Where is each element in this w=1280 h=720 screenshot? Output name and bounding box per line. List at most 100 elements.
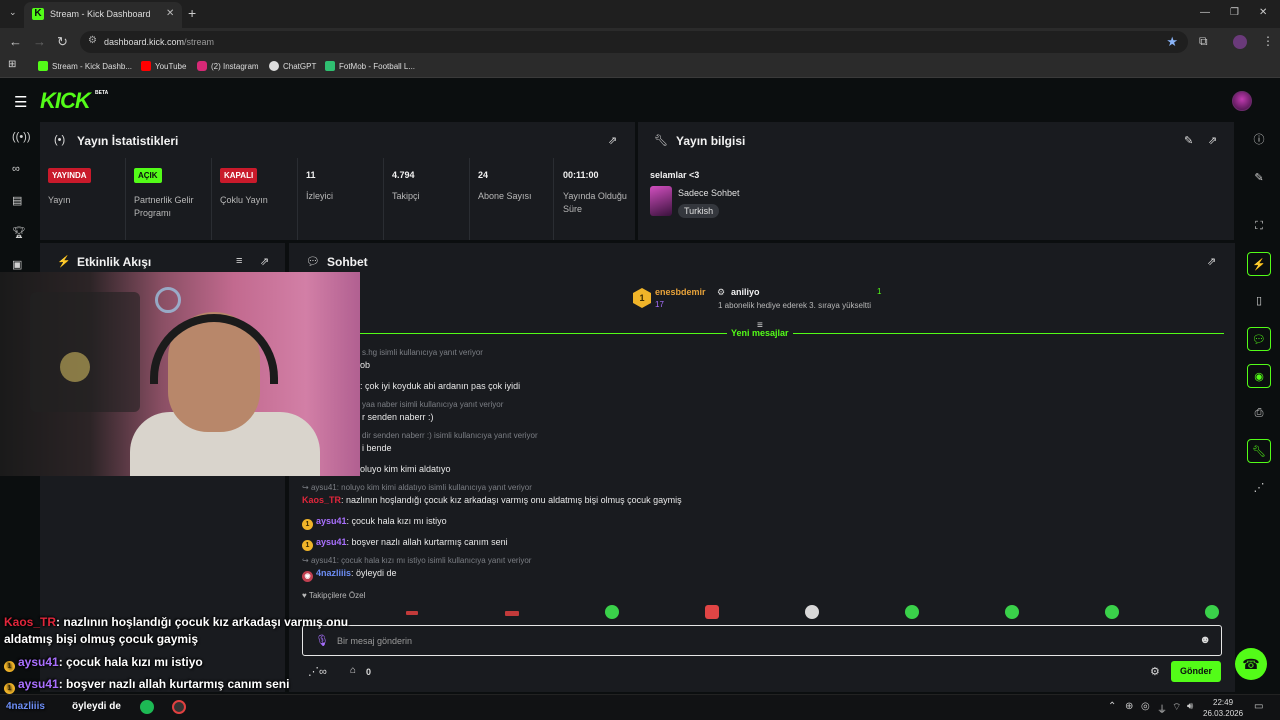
devil-badge-icon: ◉: [302, 571, 313, 582]
overlay-chat-line: 1 aysu41: çocuk hala kızı mı istiyo: [4, 655, 203, 672]
site-info-icon[interactable]: ⚙: [88, 35, 97, 46]
chat-username[interactable]: Kaos_TR: [302, 495, 341, 505]
stat-followers: 4.794 Takipçi: [384, 158, 470, 240]
notifications-icon[interactable]: ▭: [1254, 701, 1263, 712]
fullscreen-icon[interactable]: ⛶: [1247, 214, 1271, 238]
volume-icon[interactable]: 🔊︎: [1187, 701, 1193, 712]
chat-message: : çok iyi koyduk abi ardanın pas çok iyi…: [360, 381, 521, 391]
category-thumbnail: [650, 186, 672, 216]
popout-icon[interactable]: ⇗: [260, 255, 269, 268]
emoji-icon[interactable]: ☻: [1199, 634, 1211, 646]
bookmark-instagram[interactable]: (2) Instagram: [197, 61, 259, 71]
emote-icon[interactable]: [805, 605, 819, 619]
close-window-icon[interactable]: ✕: [1259, 7, 1267, 18]
support-icon[interactable]: ☎: [1235, 648, 1267, 680]
emote-icon[interactable]: [505, 611, 519, 616]
analytics-icon[interactable]: ▤: [12, 194, 22, 207]
recipient-name[interactable]: aniliyo: [731, 287, 760, 297]
screen: ⌄ K Stream - Kick Dashboard ✕ + — ❐ ✕ ← …: [0, 0, 1280, 720]
minimize-icon[interactable]: —: [1200, 7, 1210, 18]
gift-message: 1 abonelik hediye ederek 3. sıraya yükse…: [718, 301, 871, 310]
document-icon[interactable]: ▯: [1247, 289, 1271, 313]
popout-icon[interactable]: ⇗: [608, 134, 617, 147]
microphone-icon[interactable]: 🎙︎: [315, 634, 329, 647]
emote-icon[interactable]: [905, 605, 919, 619]
forward-icon[interactable]: →: [33, 34, 46, 49]
broadcast-icon[interactable]: ◉: [1247, 364, 1271, 388]
send-button[interactable]: Gönder: [1171, 661, 1221, 682]
kick-logo[interactable]: KICK: [40, 88, 91, 114]
stream-icon[interactable]: ((•)): [12, 131, 31, 143]
link-icon[interactable]: ∞: [12, 163, 20, 175]
tab-list-icon[interactable]: ⌄: [9, 7, 17, 18]
filter-icon[interactable]: ≡: [236, 255, 242, 267]
stat-label: İzleyici: [306, 191, 334, 201]
reply-context: yaa naber isimli kullanıcıya yanıt veriy…: [362, 400, 504, 409]
emote-icon[interactable]: [1005, 605, 1019, 619]
restore-icon[interactable]: ❐: [1230, 7, 1239, 18]
info-icon[interactable]: ⓘ: [1247, 128, 1271, 152]
close-tab-icon[interactable]: ✕: [166, 8, 174, 19]
edit-icon[interactable]: ✎: [1184, 134, 1193, 147]
chat-icon[interactable]: 💬︎: [1247, 327, 1271, 351]
bookmark-youtube[interactable]: YouTube: [141, 61, 186, 71]
share-icon[interactable]: ⋰: [1247, 476, 1271, 500]
chatgpt-icon: [269, 61, 279, 71]
chat-username[interactable]: aysu41: [316, 537, 347, 547]
chat-username[interactable]: aysu41: [316, 516, 347, 526]
emote-icon[interactable]: [1205, 605, 1219, 619]
usb-icon[interactable]: ⏚: [1157, 701, 1167, 716]
wifi-icon[interactable]: ⌔: [1172, 701, 1181, 714]
bookmark-chatgpt[interactable]: ChatGPT: [269, 61, 316, 71]
bookmarks-bar: ⊞ Stream - Kick Dashb... YouTube (2) Ins…: [0, 56, 1280, 78]
browser-menu-icon[interactable]: ⋮: [1262, 34, 1274, 48]
spotify-icon[interactable]: [140, 700, 154, 714]
chat-message: Kaos_TR: nazlının hoşlandığı çocuk kız a…: [302, 495, 682, 505]
app-tray-icon[interactable]: ◎: [1141, 701, 1150, 712]
popout-icon[interactable]: ⇗: [1208, 134, 1217, 147]
browser-tab[interactable]: K Stream - Kick Dashboard ✕: [24, 2, 182, 28]
stat-label: Yayında Olduğu Süre: [563, 191, 627, 214]
edit-icon[interactable]: ✎: [1247, 166, 1271, 190]
wrench-icon: 🔧︎: [654, 135, 668, 147]
profile-avatar[interactable]: [1233, 35, 1247, 49]
chat-input[interactable]: 🎙︎ Bir mesaj gönderin ☻: [302, 625, 1222, 656]
apps-grid-icon[interactable]: ⊞: [8, 59, 16, 70]
emote-icon[interactable]: [605, 605, 619, 619]
emote-icon[interactable]: [406, 611, 418, 615]
chat-username[interactable]: 4nazliiis: [316, 568, 351, 578]
menu-icon[interactable]: ☰: [14, 93, 27, 111]
print-icon[interactable]: ⎙: [1247, 401, 1271, 425]
new-tab-icon[interactable]: +: [188, 5, 196, 21]
store-icon[interactable]: ⌂: [350, 665, 356, 676]
emote-icon[interactable]: [705, 605, 719, 619]
chat-input-placeholder: Bir mesaj gönderin: [337, 636, 413, 646]
stats-panel-title: Yayın İstatistikleri: [77, 134, 179, 148]
stat-label: Çoklu Yayın: [220, 195, 268, 205]
obs-icon[interactable]: [172, 700, 186, 714]
system-clock[interactable]: 22:49 26.03.2026: [1203, 697, 1243, 719]
popout-icon[interactable]: ⇗: [1207, 255, 1216, 268]
back-icon[interactable]: ←: [9, 34, 22, 49]
stat-value: 24: [478, 170, 489, 180]
extensions-icon[interactable]: ⧉: [1199, 34, 1208, 49]
wrench-icon[interactable]: 🔧︎: [1247, 439, 1271, 463]
bookmark-kick[interactable]: Stream - Kick Dashb...: [38, 61, 132, 71]
bookmark-star-icon[interactable]: ★: [1166, 34, 1178, 50]
user-avatar[interactable]: [1232, 91, 1252, 111]
gifter-name[interactable]: enesbdemir: [655, 287, 706, 297]
video-icon[interactable]: ▣: [12, 258, 22, 271]
status-badge: YAYINDA: [48, 168, 91, 183]
bookmark-fotmob[interactable]: FotMob - Football L...: [325, 61, 415, 71]
network-icon[interactable]: ⊕: [1125, 701, 1133, 712]
stream-info-panel: 🔧︎ Yayın bilgisi ✎ ⇗ selamlar <3 Sadece …: [638, 122, 1234, 240]
chat-settings-icon[interactable]: ⚙: [1150, 665, 1160, 678]
trophy-icon[interactable]: 🏆︎: [12, 226, 26, 239]
windows-taskbar: 4nazliiis öyleydi de ⌃ ⊕ ◎ ⏚ ⌔ 🔊︎ 22:49 …: [0, 694, 1280, 720]
address-bar[interactable]: ⚙ dashboard.kick.com/stream ★: [80, 31, 1188, 53]
emote-icon[interactable]: [1105, 605, 1119, 619]
activity-icon[interactable]: ⚡: [1247, 252, 1271, 276]
reload-icon[interactable]: ↻: [57, 34, 68, 50]
points-icon[interactable]: ⋰∞: [308, 665, 327, 678]
tray-expand-icon[interactable]: ⌃: [1108, 701, 1116, 712]
